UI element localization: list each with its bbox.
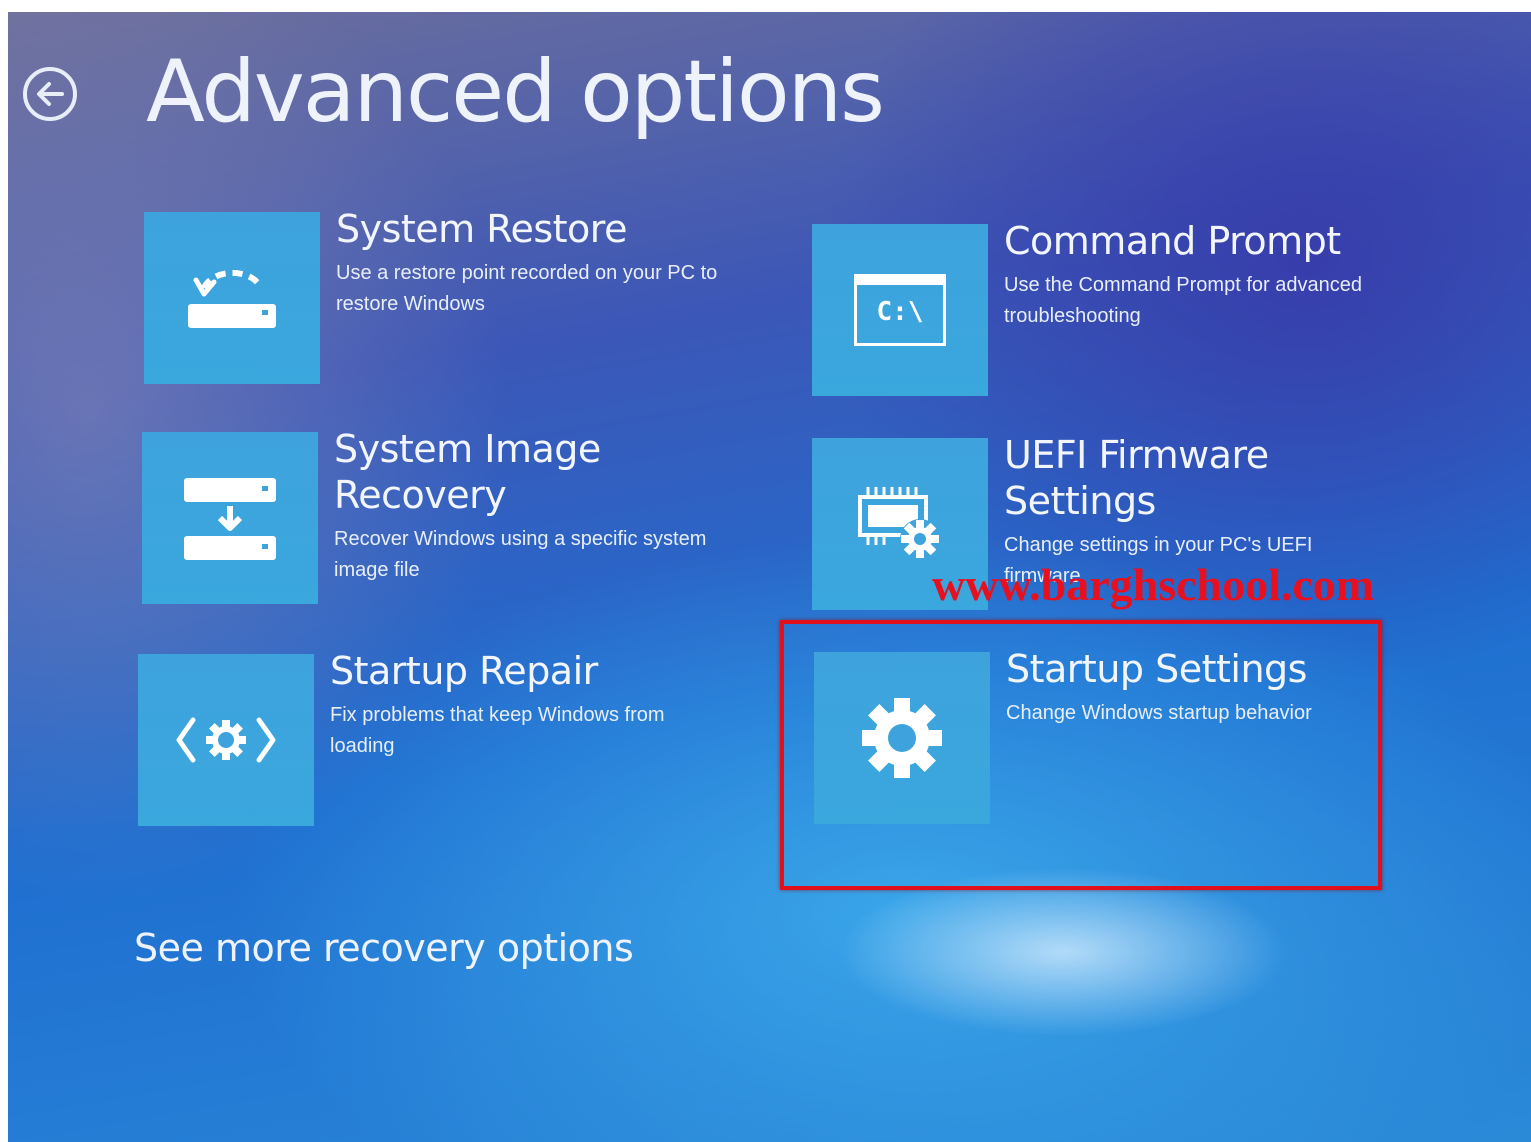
- see-more-recovery-options-link[interactable]: See more recovery options: [134, 926, 634, 970]
- option-description: Change Windows startup behavior: [1006, 702, 1312, 724]
- command-prompt-icon-text: C:\: [876, 297, 924, 327]
- back-arrow-circle-icon: [23, 67, 77, 121]
- watermark: www.barghschool.com: [932, 559, 1375, 610]
- page-title: Advanced options: [146, 42, 885, 142]
- option-title: Startup Settings: [1006, 647, 1307, 691]
- option-description: Fix problems that keep Windows from load…: [330, 704, 665, 757]
- option-title: Command Prompt: [1004, 219, 1341, 263]
- gear-icon: [862, 698, 942, 778]
- option-description: Use a restore point recorded on your PC …: [336, 262, 718, 315]
- startup-repair-icon: [176, 717, 276, 763]
- option-tile[interactable]: [144, 212, 320, 384]
- option-title: Startup Repair: [330, 649, 598, 693]
- command-prompt-icon: C:\: [854, 274, 946, 346]
- option-tile[interactable]: [814, 652, 990, 824]
- option-tile[interactable]: [142, 432, 318, 604]
- option-title: System Restore: [336, 207, 627, 251]
- option-tile[interactable]: C:\: [812, 224, 988, 396]
- system-restore-icon: [188, 269, 276, 328]
- option-description: Recover Windows using a specific system …: [334, 528, 707, 581]
- system-image-recovery-icon: [184, 478, 276, 560]
- uefi-firmware-icon: [858, 487, 940, 559]
- advanced-options-screen: Advanced options System Restore Use a re…: [8, 12, 1531, 1142]
- option-tile[interactable]: [138, 654, 314, 826]
- option-title: UEFI Firmware Settings: [1004, 433, 1269, 523]
- back-button[interactable]: [20, 64, 80, 124]
- option-description: Use the Command Prompt for advanced trou…: [1004, 274, 1362, 327]
- option-title: System Image Recovery: [334, 427, 601, 517]
